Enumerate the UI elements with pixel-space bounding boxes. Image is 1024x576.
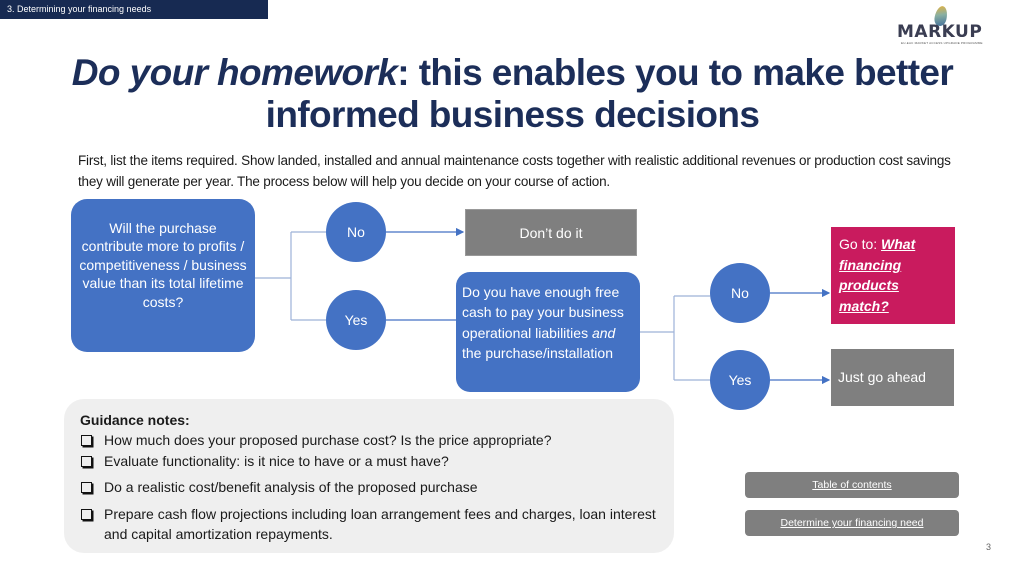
decision-no-2: No	[710, 263, 770, 323]
guidance-item: Prepare cash flow projections including …	[80, 504, 658, 545]
page-number: 3	[986, 542, 992, 552]
outcome-goto-financing: Go to: What financing products match?	[831, 227, 955, 324]
guidance-heading: Guidance notes:	[80, 412, 190, 428]
checkbox-icon	[81, 482, 92, 493]
question-contribute-more: Will the purchase contribute more to pro…	[71, 199, 255, 352]
guidance-list: How much does your proposed purchase cos…	[80, 430, 658, 545]
logo-subtitle: EU-EAC MARKET ACCESS UPGRADE PROGRAMME	[901, 41, 983, 45]
guidance-item: Do a realistic cost/benefit analysis of …	[80, 477, 658, 498]
title-italic: Do your homework	[71, 52, 398, 93]
connector-q2-branch	[640, 295, 710, 381]
checkbox-icon	[81, 455, 92, 467]
decision-yes-1: Yes	[326, 290, 386, 350]
logo-text: MARKUP	[897, 22, 983, 42]
intro-text: First, list the items required. Show lan…	[78, 153, 951, 189]
guidance-item: Evaluate functionality: is it nice to ha…	[80, 451, 658, 472]
guidance-item: How much does your proposed purchase cos…	[80, 430, 658, 451]
outcome-dont-do-it: Don’t do it	[465, 209, 637, 256]
checkbox-icon	[81, 435, 92, 446]
decision-yes-2: Yes	[710, 350, 770, 410]
goto-prefix: Go to:	[839, 236, 882, 252]
determine-financing-need-button[interactable]: Determine your financing need	[745, 510, 959, 536]
page-title: Do your homework: this enables you to ma…	[60, 52, 965, 136]
table-of-contents-button[interactable]: Table of contents	[745, 472, 959, 498]
decision-no-1: No	[326, 202, 386, 262]
section-tag: 3. Determining your financing needs	[0, 0, 268, 19]
markup-logo: MARKUP EU-EAC MARKET ACCESS UPGRADE PROG…	[895, 4, 990, 46]
connector-q1-branch	[255, 231, 326, 321]
guidance-notes-panel: Guidance notes: How much does your propo…	[64, 399, 674, 553]
question-enough-cash: Do you have enough free cash to pay your…	[456, 272, 640, 392]
outcome-just-go-ahead: Just go ahead	[831, 349, 954, 406]
checkbox-icon	[81, 508, 92, 520]
